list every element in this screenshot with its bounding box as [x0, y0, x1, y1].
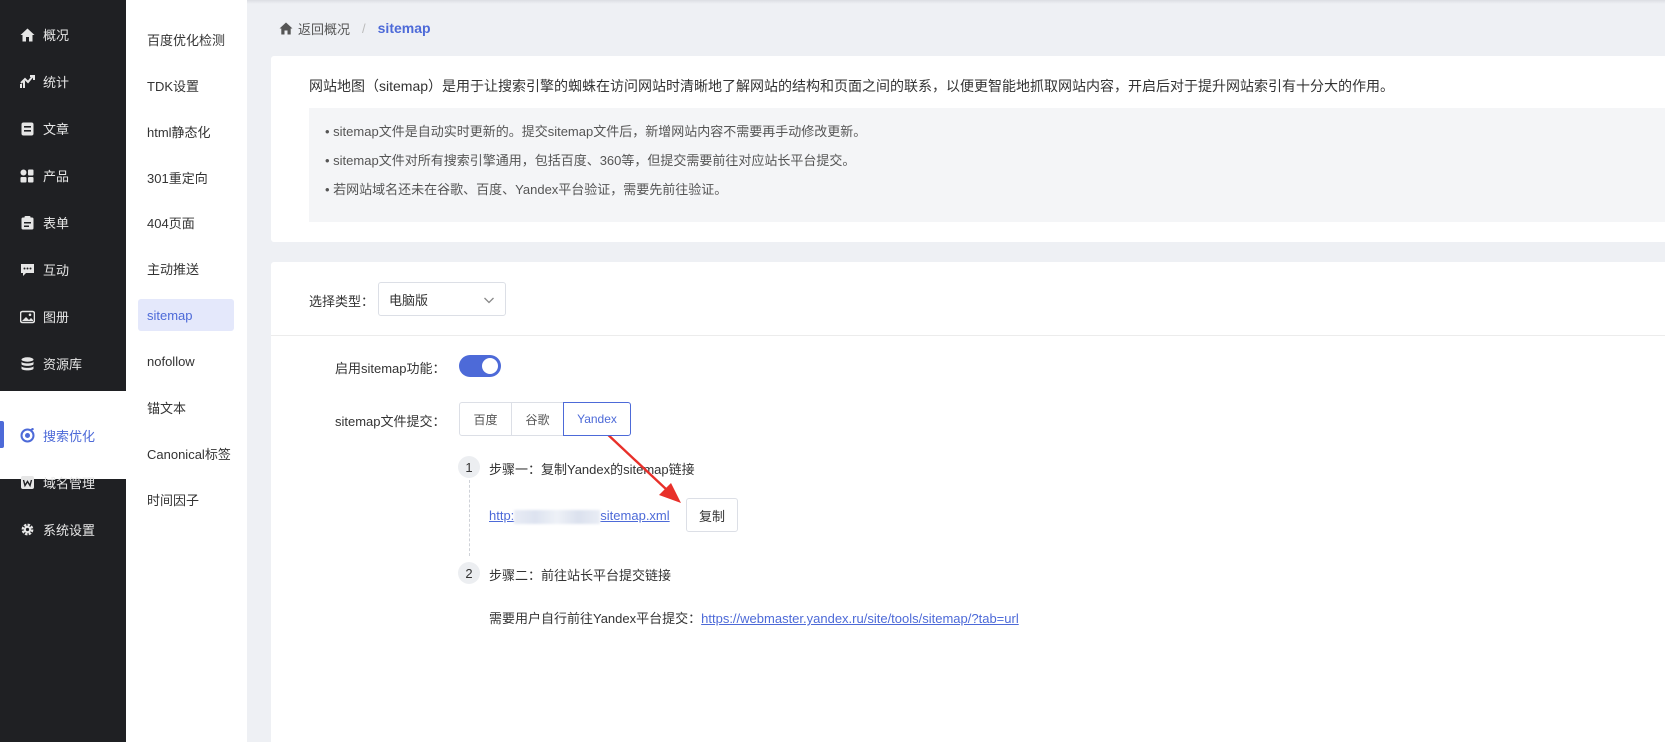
breadcrumb-back-label: 返回概况 — [298, 21, 351, 37]
tip-item: 若网站域名还未在谷歌、百度、Yandex平台验证，需要先前往验证。 — [325, 183, 1665, 212]
sidebar-item-label: 搜索优化 — [43, 428, 96, 444]
subnav-item-baidu-check[interactable]: 百度优化检测 — [138, 23, 234, 55]
toggle-knob — [482, 358, 498, 374]
domain-icon — [19, 475, 35, 491]
type-select[interactable]: 电脑版 — [378, 282, 506, 316]
article-icon — [19, 121, 35, 137]
enable-sitemap-toggle[interactable] — [459, 355, 501, 377]
subnav-item-tdk[interactable]: TDK设置 — [138, 69, 234, 101]
engine-tab-yandex[interactable]: Yandex — [563, 402, 631, 436]
sidebar-item-label: 域名管理 — [43, 476, 96, 491]
subnav-item-sitemap[interactable]: sitemap — [138, 299, 234, 331]
step-1-title: 步骤一：复制Yandex的sitemap链接 — [489, 462, 695, 477]
sidebar-item-stats[interactable]: 统计 — [0, 58, 126, 105]
sidebar-item-resources[interactable]: 资源库 — [0, 340, 126, 387]
sidebar-item-label: 资源库 — [43, 357, 83, 372]
engine-tabs: 百度 谷歌 Yandex — [459, 402, 631, 436]
sitemap-link-suffix: sitemap.xml — [600, 508, 670, 523]
subnav-item-nofollow[interactable]: nofollow — [138, 345, 234, 377]
step-2-desc-text: 需要用户自行前往Yandex平台提交： — [489, 611, 702, 626]
breadcrumb-separator: / — [362, 20, 366, 36]
grid-icon — [19, 168, 35, 184]
enable-label: 启用sitemap功能： — [335, 361, 446, 376]
sidebar-item-label: 统计 — [43, 75, 70, 90]
breadcrumb-back-link[interactable]: 返回概况 — [279, 19, 350, 38]
subnav-item-404[interactable]: 404页面 — [138, 206, 234, 238]
home-icon — [19, 27, 35, 43]
step-2-desc: 需要用户自行前往Yandex平台提交：https://webmaster.yan… — [489, 608, 1019, 627]
clipboard-icon — [19, 215, 35, 231]
subnav-item-time-factor[interactable]: 时间因子 — [138, 483, 234, 515]
sidebar-item-forms[interactable]: 表单 — [0, 199, 126, 246]
intro-tips: sitemap文件是自动实时更新的。提交sitemap文件后，新增网站内容不需要… — [309, 108, 1665, 222]
chevron-down-icon — [484, 297, 494, 304]
step-1-number: 1 — [458, 456, 480, 478]
gallery-icon — [19, 309, 35, 325]
seo-subnav: 百度优化检测 TDK设置 html静态化 301重定向 404页面 主动推送 s… — [126, 0, 247, 742]
sidebar-item-products[interactable]: 产品 — [0, 152, 126, 199]
yandex-webmaster-link[interactable]: https://webmaster.yandex.ru/site/tools/s… — [701, 611, 1019, 626]
copy-button[interactable]: 复制 — [686, 498, 738, 532]
sidebar-item-gallery[interactable]: 图册 — [0, 293, 126, 340]
sidebar-item-label: 互动 — [43, 263, 70, 278]
primary-sidebar: 概况 统计 文章 产品 表单 互动 图册 资源库 搜索优化 域名管理 系统设置 — [0, 0, 126, 742]
subnav-item-canonical[interactable]: Canonical标签 — [138, 437, 234, 469]
sitemap-link[interactable]: http: sitemap.xml — [489, 508, 670, 524]
sidebar-item-seo[interactable]: 搜索优化 — [0, 411, 126, 459]
seo-icon — [19, 427, 35, 443]
type-label: 选择类型： — [309, 294, 375, 309]
sidebar-item-label: 文章 — [43, 122, 70, 137]
sidebar-item-articles[interactable]: 文章 — [0, 105, 126, 152]
sidebar-item-label: 系统设置 — [43, 523, 96, 538]
sidebar-item-label: 表单 — [43, 216, 70, 231]
subnav-item-301[interactable]: 301重定向 — [138, 161, 234, 193]
sidebar-item-label: 概况 — [43, 28, 70, 43]
sidebar-item-label: 图册 — [43, 310, 70, 325]
active-cap-top — [0, 391, 126, 411]
type-select-value: 电脑版 — [389, 292, 429, 308]
step-2-title: 步骤二：前往站长平台提交链接 — [489, 568, 672, 583]
subnav-item-anchor-text[interactable]: 锚文本 — [138, 391, 234, 423]
section-divider — [271, 335, 1665, 336]
gear-icon — [19, 522, 35, 538]
breadcrumb-current: sitemap — [377, 20, 431, 36]
stats-icon — [19, 74, 35, 90]
top-shadow — [247, 0, 1665, 4]
sidebar-item-settings[interactable]: 系统设置 — [0, 506, 126, 553]
step-connector — [469, 480, 470, 556]
intro-card: 网站地图（sitemap）是用于让搜索引擎的蜘蛛在访问网站时清晰地了解网站的结构… — [271, 56, 1665, 242]
sidebar-item-domain[interactable]: 域名管理 — [0, 459, 126, 506]
sidebar-item-interaction[interactable]: 互动 — [0, 246, 126, 293]
tip-item: sitemap文件对所有搜索引擎通用，包括百度、360等，但提交需要前往对应站长… — [325, 154, 1665, 183]
tip-item: sitemap文件是自动实时更新的。提交sitemap文件后，新增网站内容不需要… — [325, 125, 1665, 154]
sitemap-link-prefix: http: — [489, 508, 515, 523]
step-2-number: 2 — [458, 562, 480, 584]
sidebar-item-overview[interactable]: 概况 — [0, 11, 126, 58]
subnav-item-html-static[interactable]: html静态化 — [138, 115, 234, 147]
engine-tab-baidu[interactable]: 百度 — [459, 402, 512, 436]
engine-tab-google[interactable]: 谷歌 — [511, 402, 564, 436]
breadcrumb: 返回概况 / sitemap — [279, 18, 431, 38]
subnav-item-push[interactable]: 主动推送 — [138, 252, 234, 284]
home-icon — [279, 22, 293, 34]
intro-lead-text: 网站地图（sitemap）是用于让搜索引擎的蜘蛛在访问网站时清晰地了解网站的结构… — [309, 78, 1395, 94]
redacted-domain — [514, 509, 601, 524]
sidebar-item-label: 产品 — [43, 169, 70, 184]
settings-card: 选择类型： 电脑版 启用sitemap功能： sitemap文件提交： 百度 谷… — [271, 262, 1665, 742]
chat-icon — [19, 262, 35, 278]
submit-label: sitemap文件提交： — [335, 414, 446, 429]
database-icon — [19, 356, 35, 372]
